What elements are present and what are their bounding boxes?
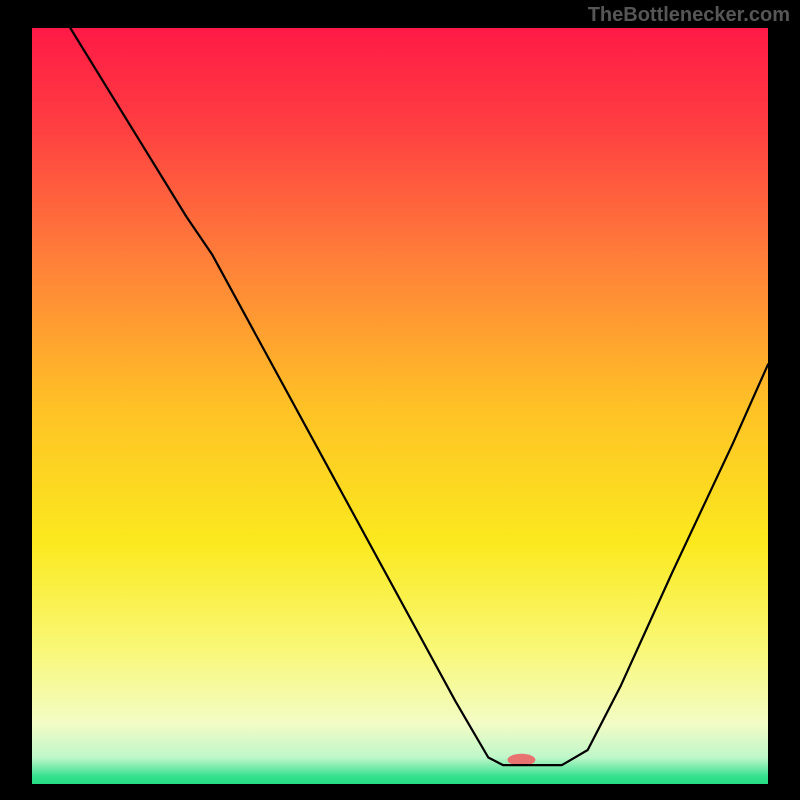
plot-area [32,28,768,784]
attribution-label: TheBottlenecker.com [588,4,790,27]
chart-container: TheBottlenecker.com [0,0,800,800]
bottleneck-chart [0,0,800,800]
gradient-background [32,28,768,784]
